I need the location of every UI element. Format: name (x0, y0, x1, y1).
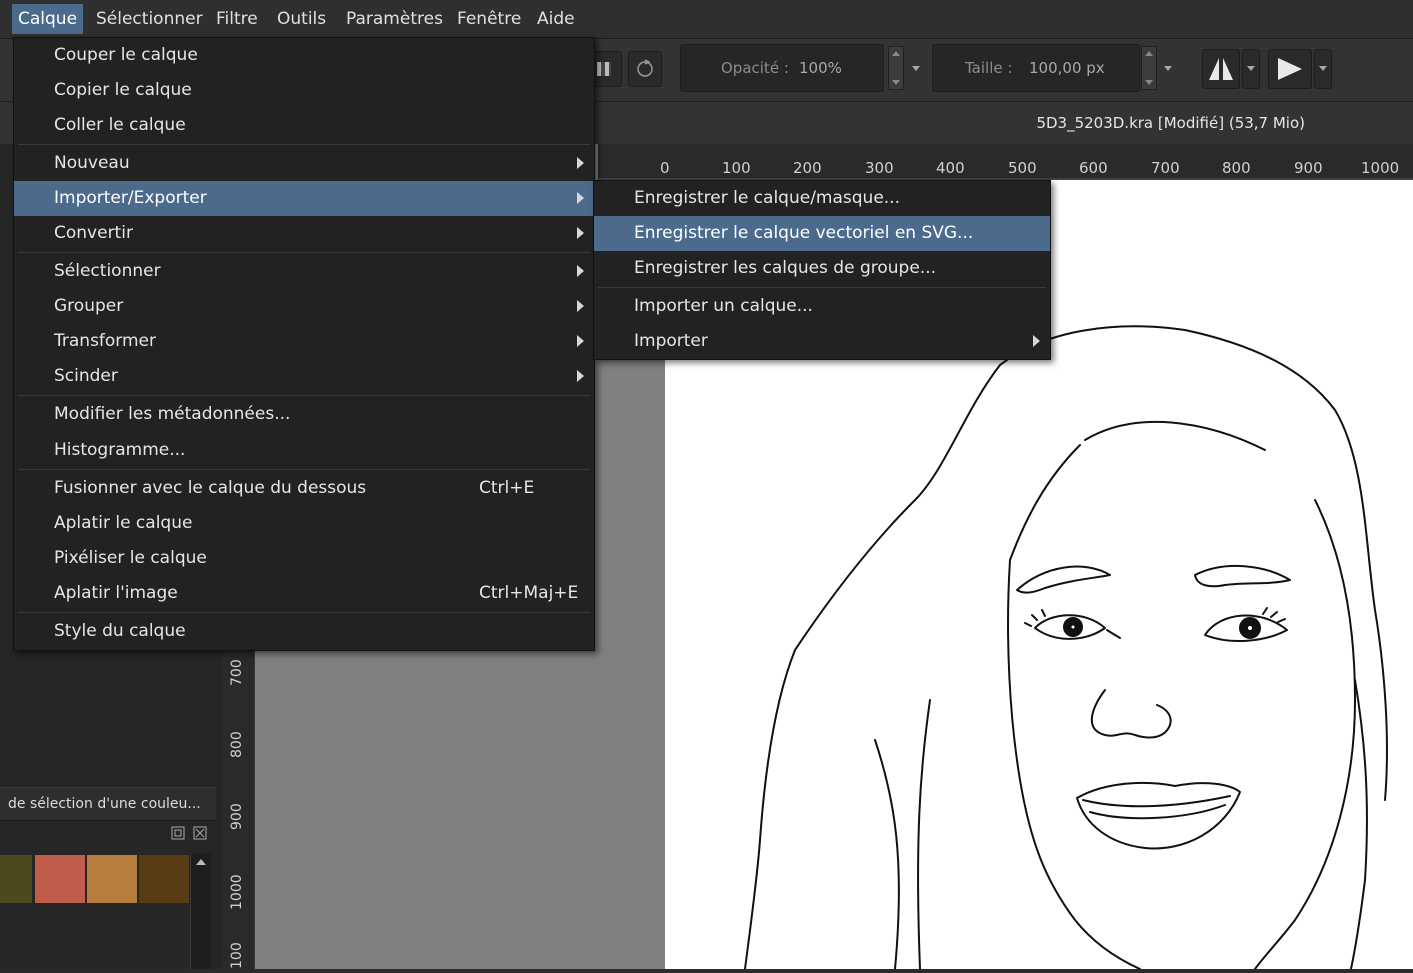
menu-fenetre[interactable]: Fenêtre (451, 4, 527, 34)
layer-menu: Couper le calque Copier le calque Coller… (13, 37, 595, 651)
submenu-item-save-group-layers[interactable]: Enregistrer les calques de groupe... (594, 251, 1050, 286)
size-label: Taille : (965, 59, 1013, 77)
float-panel-icon[interactable] (170, 825, 186, 845)
menu-item-import-export[interactable]: Importer/Exporter (14, 181, 594, 216)
menu-selectionner[interactable]: Sélectionner (90, 4, 209, 34)
menu-separator (18, 252, 590, 253)
submenu-arrow-icon (577, 227, 584, 239)
menu-item-copy-layer[interactable]: Copier le calque (14, 73, 594, 108)
menu-item-paste-layer[interactable]: Coller le calque (14, 108, 594, 143)
color-swatch[interactable] (139, 855, 189, 903)
vruler-tick: 900 (229, 803, 245, 830)
mirror-vertical-icon[interactable] (1268, 49, 1312, 89)
menu-item-new[interactable]: Nouveau (14, 146, 594, 181)
submenu-arrow-icon (577, 192, 584, 204)
opacity-field[interactable]: Opacité : 100% (680, 44, 884, 92)
reload-preset-icon[interactable] (628, 51, 662, 87)
menu-outils[interactable]: Outils (271, 4, 332, 34)
color-selector-panel-header[interactable]: de sélection d'une couleu... (0, 787, 216, 821)
opacity-label: Opacité : (721, 59, 789, 77)
menu-item-split[interactable]: Scinder (14, 359, 594, 394)
submenu-item-import[interactable]: Importer (594, 324, 1050, 359)
vruler-tick: 800 (229, 731, 245, 758)
submenu-item-import-layer[interactable]: Importer un calque... (594, 289, 1050, 324)
submenu-arrow-icon (577, 300, 584, 312)
menu-separator (18, 469, 590, 470)
close-panel-icon[interactable] (192, 825, 208, 845)
palette-scrollbar[interactable] (190, 853, 211, 969)
menu-separator (18, 612, 590, 613)
size-value: 100,00 px (1029, 59, 1105, 77)
menu-item-cut-layer[interactable]: Couper le calque (14, 38, 594, 73)
menu-separator (18, 395, 590, 396)
mirror-horizontal-icon[interactable] (1202, 49, 1240, 89)
submenu-arrow-icon (1033, 335, 1040, 347)
menu-separator (598, 287, 1046, 288)
menu-item-group[interactable]: Grouper (14, 289, 594, 324)
menu-item-edit-metadata[interactable]: Modifier les métadonnées... (14, 397, 594, 432)
flatten-image-shortcut: Ctrl+Maj+E (479, 583, 579, 603)
menu-item-transform[interactable]: Transformer (14, 324, 594, 359)
submenu-arrow-icon (577, 157, 584, 169)
color-selector-title: de sélection d'une couleu... (8, 796, 201, 812)
color-swatch[interactable] (0, 855, 32, 903)
mirror-vertical-dropdown[interactable] (1314, 49, 1332, 89)
document-title[interactable]: 5D3_5203D.kra [Modifié] (53,7 Mio) (1036, 114, 1305, 132)
menu-parametres[interactable]: Paramètres (340, 4, 449, 34)
size-dropdown-icon[interactable] (1164, 66, 1172, 71)
size-field[interactable]: Taille : 100,00 px (932, 44, 1140, 92)
vruler-tick: 100 (229, 942, 245, 969)
color-swatch[interactable] (87, 855, 137, 903)
import-export-submenu: Enregistrer le calque/masque... Enregist… (593, 180, 1051, 360)
menu-item-select[interactable]: Sélectionner (14, 254, 594, 289)
submenu-arrow-icon (577, 370, 584, 382)
submenu-arrow-icon (577, 265, 584, 277)
menu-item-histogram[interactable]: Histogramme... (14, 433, 594, 468)
menu-item-layer-style[interactable]: Style du calque (14, 614, 594, 649)
horizontal-ruler: 0 100 200 300 400 500 600 700 800 900 10… (598, 144, 1413, 181)
submenu-item-save-vector-svg[interactable]: Enregistrer le calque vectoriel en SVG..… (594, 216, 1050, 251)
vruler-tick: 1000 (229, 874, 245, 910)
vruler-tick: 700 (229, 659, 245, 686)
merge-down-shortcut: Ctrl+E (479, 478, 535, 498)
menu-bar: Calque Sélectionner Filtre Outils Paramè… (0, 0, 1413, 39)
menu-item-flatten-image[interactable]: Aplatir l'image Ctrl+Maj+E (14, 576, 594, 611)
menu-aide[interactable]: Aide (531, 4, 581, 34)
opacity-spinner[interactable] (888, 46, 904, 90)
color-swatch[interactable] (35, 855, 85, 903)
opacity-dropdown-icon[interactable] (912, 66, 920, 71)
submenu-arrow-icon (577, 335, 584, 347)
size-spinner[interactable] (1141, 46, 1157, 90)
submenu-item-save-layer-mask[interactable]: Enregistrer le calque/masque... (594, 181, 1050, 216)
menu-item-merge-down[interactable]: Fusionner avec le calque du dessous Ctrl+… (14, 471, 594, 506)
menu-item-flatten-layer[interactable]: Aplatir le calque (14, 506, 594, 541)
opacity-value: 100% (799, 59, 842, 77)
menu-filtre[interactable]: Filtre (210, 4, 264, 34)
menu-separator (18, 144, 590, 145)
menu-item-convert[interactable]: Convertir (14, 216, 594, 251)
menu-item-rasterize-layer[interactable]: Pixéliser le calque (14, 541, 594, 576)
mirror-horizontal-dropdown[interactable] (1242, 49, 1260, 89)
menu-calque[interactable]: Calque (12, 4, 84, 34)
